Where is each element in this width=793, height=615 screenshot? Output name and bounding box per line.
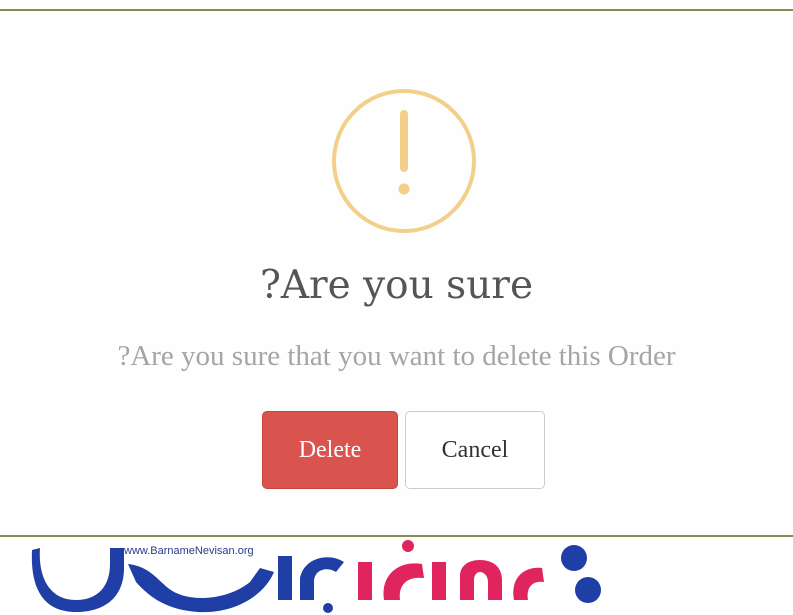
watermark-logo: www.BarnameNevisan.org <box>31 540 601 613</box>
cancel-button[interactable]: Cancel <box>405 411 545 489</box>
delete-button[interactable]: Delete <box>262 411 398 489</box>
bottom-divider <box>0 535 793 537</box>
dialog-title: ?Are you sure <box>259 263 534 308</box>
exclamation-circle-icon <box>332 89 476 233</box>
dialog-message: ?Are you sure that you want to delete th… <box>117 340 676 372</box>
watermark-url: www.BarnameNevisan.org <box>123 545 254 557</box>
page: ?Are you sure ?Are you sure that you wan… <box>0 0 793 615</box>
